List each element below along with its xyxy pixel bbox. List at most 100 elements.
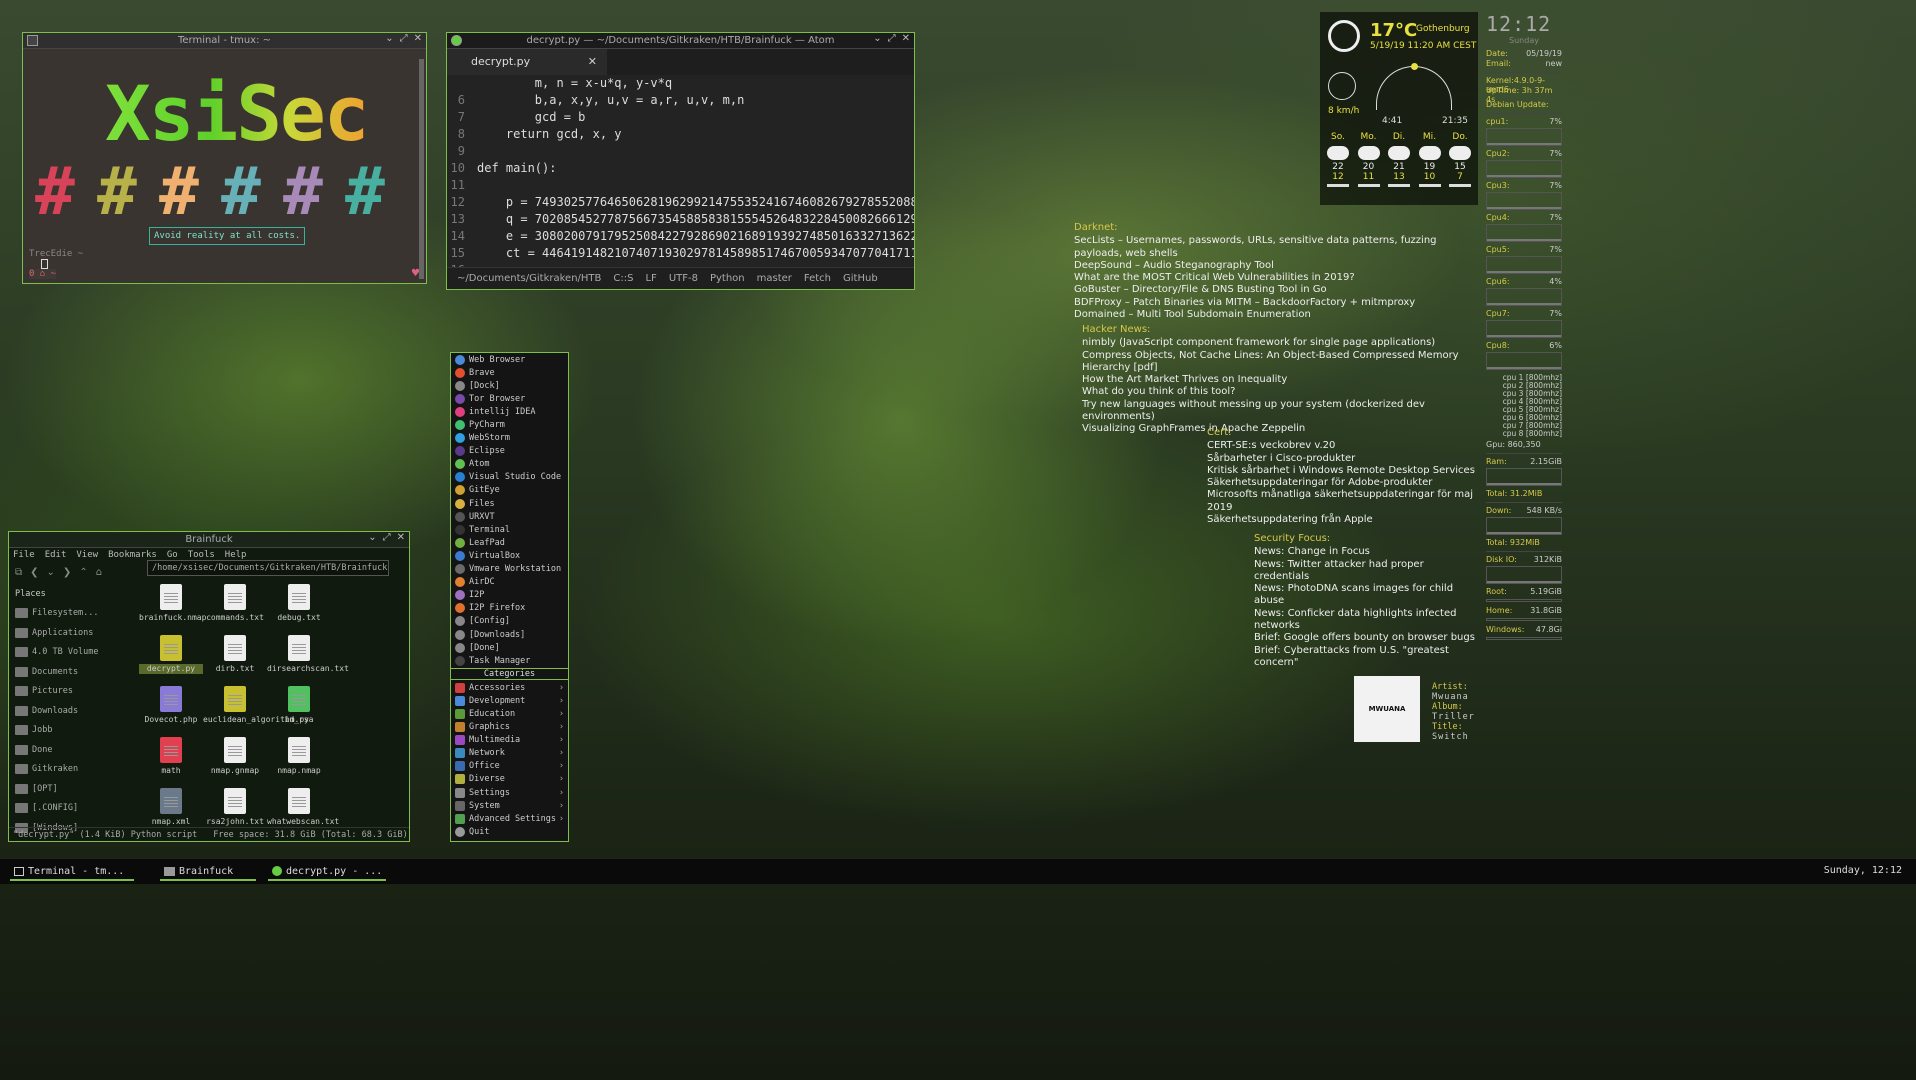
- menu-view[interactable]: View: [76, 550, 98, 560]
- terminal-scrollbar[interactable]: [419, 59, 424, 279]
- file-item[interactable]: Dovecot.php: [139, 686, 203, 725]
- menu-go[interactable]: Go: [167, 550, 178, 560]
- feed-item[interactable]: Säkerhetsuppdateringar för Adobe-produkt…: [1207, 477, 1478, 489]
- place-item[interactable]: 4.0 TB Volume: [9, 643, 134, 663]
- menu-item[interactable]: intellij IDEA: [451, 405, 568, 418]
- category-item[interactable]: Graphics ›: [451, 721, 568, 734]
- category-item[interactable]: Accessories ›: [451, 681, 568, 694]
- terminal-titlebar[interactable]: Terminal - tmux: ~ ⌄ ⤢ ✕: [23, 33, 426, 49]
- menu-item[interactable]: Web Browser: [451, 353, 568, 366]
- taskbar-item-atom[interactable]: decrypt.py - ...: [268, 863, 386, 881]
- category-item[interactable]: Settings ›: [451, 786, 568, 799]
- file-item[interactable]: euclidean_algorithm.py: [203, 686, 309, 725]
- menu-item[interactable]: GitEye: [451, 484, 568, 497]
- home-icon[interactable]: ⌂: [96, 567, 102, 578]
- status-item[interactable]: UTF-8: [669, 273, 698, 284]
- menu-item[interactable]: [Dock]: [451, 379, 568, 392]
- feed-item[interactable]: News: Conficker data highlights infected…: [1254, 608, 1478, 633]
- minimize-button[interactable]: ⌄: [368, 532, 376, 543]
- menu-item[interactable]: Files: [451, 497, 568, 510]
- feed-item[interactable]: News: Change in Focus: [1254, 546, 1478, 558]
- terminal-body[interactable]: XsiSec # # # # # # Avoid reality at all costs…: [23, 49, 426, 283]
- up-icon[interactable]: ⌃: [79, 567, 87, 578]
- close-button[interactable]: ✕: [397, 532, 405, 543]
- status-item[interactable]: Python: [710, 273, 745, 284]
- feed-item[interactable]: CERT-SE:s veckobrev v.20: [1207, 440, 1478, 452]
- file-item[interactable]: whatwebscan.txt: [267, 788, 339, 827]
- fm-titlebar[interactable]: Brainfuck ⌄ ⤢ ✕: [9, 532, 409, 548]
- menu-item[interactable]: Tor Browser: [451, 392, 568, 405]
- feed-item[interactable]: Brief: Cyberattacks from U.S. "greatest …: [1254, 645, 1478, 670]
- place-item[interactable]: Filesystem...: [9, 604, 134, 624]
- menu-tools[interactable]: Tools: [188, 550, 215, 560]
- menu-edit[interactable]: Edit: [45, 550, 67, 560]
- terminal-window[interactable]: Terminal - tmux: ~ ⌄ ⤢ ✕ XsiSec # # # # # # Avo…: [22, 32, 427, 284]
- atom-titlebar[interactable]: decrypt.py — ~/Documents/Gitkraken/HTB/B…: [447, 33, 914, 49]
- place-item[interactable]: Downloads: [9, 701, 134, 721]
- feed-item[interactable]: What do you think of this tool?: [1082, 386, 1478, 398]
- menu-item[interactable]: WebStorm: [451, 432, 568, 445]
- maximize-button[interactable]: ⤢: [888, 33, 896, 44]
- category-item[interactable]: Development ›: [451, 694, 568, 707]
- menu-file[interactable]: File: [13, 550, 35, 560]
- feed-item[interactable]: Brief: Google offers bounty on browser b…: [1254, 632, 1478, 644]
- menu-item[interactable]: PyCharm: [451, 418, 568, 431]
- file-item[interactable]: commands.txt: [203, 584, 267, 623]
- menu-item[interactable]: AirDC: [451, 576, 568, 589]
- close-button[interactable]: ✕: [414, 33, 422, 44]
- maximize-button[interactable]: ⤢: [400, 33, 408, 44]
- place-item[interactable]: [OPT]: [9, 779, 134, 799]
- menu-item[interactable]: Terminal: [451, 523, 568, 536]
- file-item[interactable]: decrypt.py: [139, 635, 203, 674]
- place-item[interactable]: Documents: [9, 662, 134, 682]
- menu-item[interactable]: Eclipse: [451, 445, 568, 458]
- close-tab-icon[interactable]: ✕: [588, 55, 597, 68]
- category-item[interactable]: System ›: [451, 799, 568, 812]
- menu-item[interactable]: Brave: [451, 366, 568, 379]
- file-item[interactable]: rsa2john.txt: [203, 788, 267, 827]
- status-item[interactable]: ~/Documents/Gitkraken/HTB: [457, 273, 601, 284]
- place-item[interactable]: [.CONFIG]: [9, 799, 134, 819]
- tab-decrypt-py[interactable]: decrypt.py ✕: [447, 49, 607, 75]
- place-item[interactable]: Applications: [9, 623, 134, 643]
- feed-item[interactable]: What are the MOST Critical Web Vulnerabi…: [1074, 272, 1478, 284]
- file-manager-window[interactable]: Brainfuck ⌄ ⤢ ✕ File Edit View Bookmarks Go Too…: [8, 531, 410, 842]
- atom-editor-window[interactable]: decrypt.py — ~/Documents/Gitkraken/HTB/B…: [446, 32, 915, 290]
- place-item[interactable]: Gitkraken: [9, 760, 134, 780]
- place-item[interactable]: Jobb: [9, 721, 134, 741]
- minimize-button[interactable]: ⌄: [873, 33, 881, 44]
- file-item[interactable]: nmap.gnmap: [203, 737, 267, 776]
- menu-item[interactable]: Task Manager: [451, 654, 568, 667]
- feed-item[interactable]: How the Art Market Thrives on Inequality: [1082, 374, 1478, 386]
- feed-item[interactable]: Domained – Multi Tool Subdomain Enumerat…: [1074, 309, 1478, 321]
- status-item[interactable]: LF: [645, 273, 656, 284]
- feed-item[interactable]: BDFProxy – Patch Binaries via MITM – Bac…: [1074, 297, 1478, 309]
- menu-item[interactable]: [Downloads]: [451, 628, 568, 641]
- feed-item[interactable]: Kritisk sårbarhet i Windows Remote Deskt…: [1207, 465, 1478, 477]
- feed-item[interactable]: News: Twitter attacker had proper creden…: [1254, 559, 1478, 584]
- menu-item[interactable]: URXVT: [451, 510, 568, 523]
- file-item[interactable]: nmap.nmap: [267, 737, 331, 776]
- feed-item[interactable]: Compress Objects, Not Cache Lines: An Ob…: [1082, 350, 1478, 375]
- menu-item[interactable]: I2P: [451, 589, 568, 602]
- maximize-button[interactable]: ⤢: [383, 532, 391, 543]
- category-item[interactable]: Network ›: [451, 747, 568, 760]
- feed-item[interactable]: GoBuster – Directory/File & DNS Busting …: [1074, 284, 1478, 296]
- menu-item-quit[interactable]: Quit: [451, 825, 568, 838]
- file-item[interactable]: math: [139, 737, 203, 776]
- category-item[interactable]: Education ›: [451, 707, 568, 720]
- menu-item[interactable]: Visual Studio Code: [451, 471, 568, 484]
- feed-item[interactable]: Microsofts månatliga säkerhetsuppdaterin…: [1207, 489, 1478, 514]
- path-bar[interactable]: /home/xsisec/Documents/Gitkraken/HTB/Bra…: [147, 560, 389, 576]
- file-item[interactable]: debug.txt: [267, 584, 331, 623]
- feed-item[interactable]: Try new languages without messing up you…: [1082, 399, 1478, 424]
- category-item[interactable]: Advanced Settings ›: [451, 812, 568, 825]
- feed-item[interactable]: Sårbarheter i Cisco-produkter: [1207, 453, 1478, 465]
- menu-item[interactable]: Vmware Workstation: [451, 563, 568, 576]
- taskbar-item-brainfuck[interactable]: Brainfuck: [160, 863, 256, 881]
- feed-item[interactable]: News: PhotoDNA scans images for child ab…: [1254, 583, 1478, 608]
- menu-item[interactable]: [Done]: [451, 641, 568, 654]
- menu-help[interactable]: Help: [225, 550, 247, 560]
- feed-item[interactable]: DeepSound – Audio Steganography Tool: [1074, 260, 1478, 272]
- taskbar-item-terminal[interactable]: Terminal - tm...: [10, 863, 134, 881]
